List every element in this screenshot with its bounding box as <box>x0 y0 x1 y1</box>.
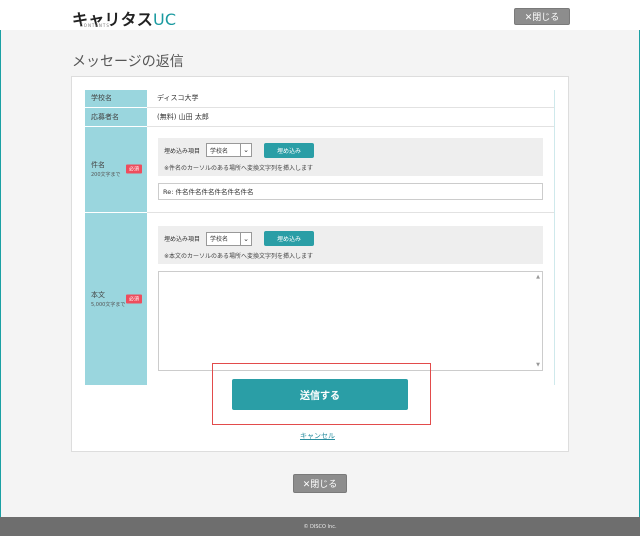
submit-button[interactable]: 送信する <box>232 379 408 410</box>
school-label: 学校名 <box>85 89 147 107</box>
logo-subtext: CONTENTS <box>80 23 110 28</box>
copyright: © DISCO Inc. <box>303 523 337 530</box>
embed-item-label: 埋め込み項目 <box>164 147 201 155</box>
body-textarea[interactable]: ▲ ▼ <box>158 271 543 371</box>
scroll-up-icon[interactable]: ▲ <box>536 274 540 280</box>
required-badge: 必須 <box>125 164 142 174</box>
subject-input[interactable]: Re: 件名件名件名件名件名件名 <box>158 182 543 200</box>
body-embed-note: ※本文のカーソルのある場所へ変換文字列を挿入します <box>164 253 314 260</box>
subject-editor: 埋め込み項目 学校名 ⌄ 埋め込み ※件名のカーソルのある場所へ変換文字列を挿入… <box>147 125 555 212</box>
close-button-bottom[interactable]: ✕閉じる <box>293 474 347 493</box>
subject-row: 件名 200文字まで 必須 埋め込み項目 学校名 ⌄ 埋め込み ※件名のカーソル… <box>85 125 555 212</box>
cancel-link[interactable]: キャンセル <box>300 431 335 441</box>
school-value: ディスコ大学 <box>147 89 555 107</box>
required-badge: 必須 <box>125 294 142 303</box>
body-label: 本文 <box>91 290 105 299</box>
subject-embed-button[interactable]: 埋め込み <box>264 142 315 158</box>
applicant-label: 応募者名 <box>85 106 147 126</box>
body-label-cell: 本文 5,000文字まで 必須 <box>85 211 147 385</box>
body-embed-button[interactable]: 埋め込み <box>264 231 315 246</box>
body-editor: 埋め込み項目 学校名 ⌄ 埋め込み ※本文のカーソルのある場所へ変換文字列を挿入… <box>147 211 555 385</box>
close-button-top[interactable]: ✕閉じる <box>514 8 570 25</box>
applicant-row: 応募者名 (無料) 山田 太郎 <box>85 106 555 126</box>
chevron-down-icon: ⌄ <box>240 144 251 156</box>
embed-item-label: 埋め込み項目 <box>164 236 201 243</box>
header: キャリタスUC CONTENTS ✕閉じる <box>0 0 640 30</box>
school-row: 学校名 ディスコ大学 <box>85 89 555 107</box>
body-row: 本文 5,000文字まで 必須 埋め込み項目 学校名 ⌄ 埋め込み ※本文のカー… <box>85 211 555 385</box>
subject-embed-box: 埋め込み項目 学校名 ⌄ 埋め込み ※件名のカーソルのある場所へ変換文字列を挿入… <box>158 137 543 176</box>
message-form-table: 学校名 ディスコ大学 応募者名 (無料) 山田 太郎 件名 200文字まで 必須… <box>85 89 555 385</box>
page-title: メッセージの返信 <box>72 54 184 70</box>
body-embed-select[interactable]: 学校名 ⌄ <box>206 231 253 246</box>
subject-embed-note: ※件名のカーソルのある場所へ変換文字列を挿入します <box>164 164 314 172</box>
subject-embed-select[interactable]: 学校名 ⌄ <box>206 143 253 157</box>
chevron-down-icon: ⌄ <box>240 232 251 245</box>
body-embed-box: 埋め込み項目 学校名 ⌄ 埋め込み ※本文のカーソルのある場所へ変換文字列を挿入… <box>158 226 543 264</box>
scroll-down-icon[interactable]: ▼ <box>536 362 540 368</box>
applicant-value: (無料) 山田 太郎 <box>147 106 555 126</box>
subject-label: 件名 <box>91 161 105 169</box>
footer: © DISCO Inc. <box>0 517 640 536</box>
subject-label-cell: 件名 200文字まで 必須 <box>85 125 147 212</box>
